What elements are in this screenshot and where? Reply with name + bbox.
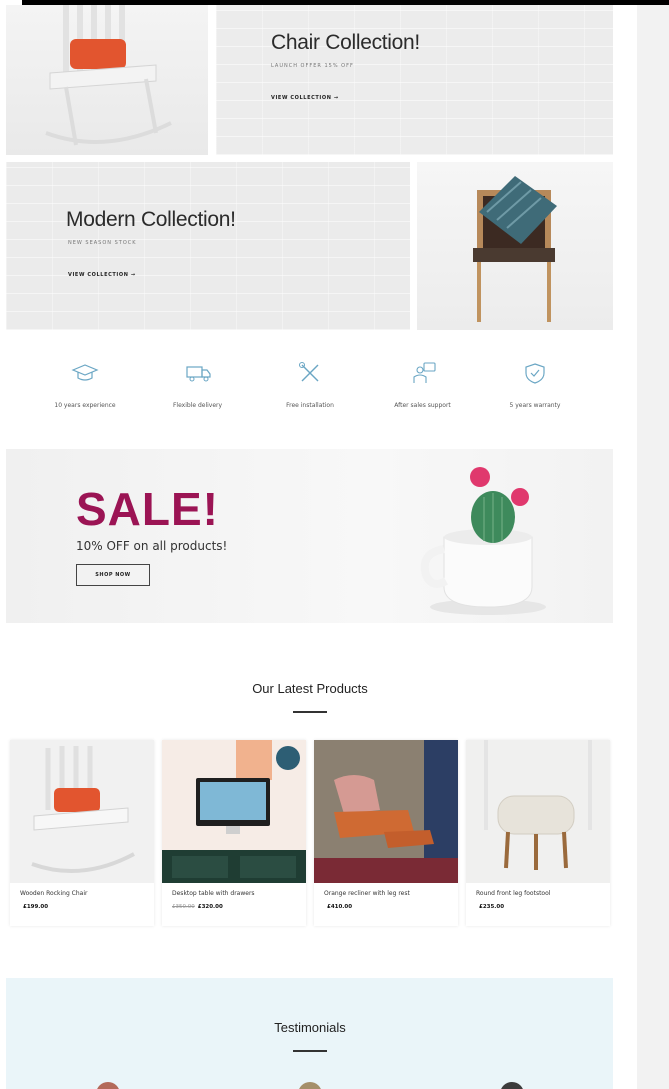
- graduation-cap-icon: [71, 364, 99, 381]
- sale-title: SALE!: [76, 483, 219, 535]
- product-current-price: £199.00: [23, 904, 49, 910]
- feature-label: 5 years warranty: [509, 402, 561, 409]
- product-name[interactable]: Desktop table with drawers: [172, 890, 255, 897]
- product-card[interactable]: Orange recliner with leg rest £410.00: [314, 740, 458, 926]
- product-current-price: £320.00: [197, 904, 223, 910]
- product-card[interactable]: Wooden Rocking Chair £199.00: [10, 740, 154, 926]
- product-current-price: £235.00: [479, 904, 505, 910]
- support-icon: [412, 362, 436, 383]
- title-divider: [293, 1050, 327, 1052]
- modern-collection-subtitle: NEW SEASON STOCK: [68, 240, 137, 246]
- feature-delivery: Flexible delivery: [143, 362, 253, 422]
- product-image[interactable]: [314, 740, 458, 883]
- latest-products-grid: Wooden Rocking Chair £199.00 Desktop tab…: [10, 740, 610, 926]
- title-divider: [293, 711, 327, 713]
- product-image[interactable]: [466, 740, 610, 883]
- sale-badge: [276, 746, 300, 770]
- product-name[interactable]: Wooden Rocking Chair: [20, 890, 87, 897]
- sale-subtitle: 10% OFF on all products!: [76, 539, 228, 553]
- product-price: £410.00: [324, 904, 352, 910]
- modern-banner-image[interactable]: [417, 162, 613, 330]
- feature-label: 10 years experience: [54, 402, 116, 409]
- sale-banner: SALE! 10% OFF on all products! SHOP NOW: [6, 449, 613, 623]
- features-row: 10 years experience Flexible delivery Fr…: [30, 362, 590, 422]
- shop-now-button[interactable]: SHOP NOW: [76, 564, 150, 586]
- modern-collection-title: Modern Collection!: [66, 208, 236, 231]
- feature-support: After sales support: [368, 362, 478, 422]
- feature-label: Free installation: [286, 402, 334, 409]
- chair-collection-link[interactable]: VIEW COLLECTION →: [271, 95, 339, 101]
- chair-collection-banner[interactable]: Chair Collection! LAUNCH OFFER 15% OFF V…: [216, 5, 613, 155]
- rocking-chair-illustration: [45, 5, 172, 146]
- avatar: [500, 1082, 524, 1089]
- armchair-illustration: [473, 176, 557, 322]
- product-current-price: £410.00: [327, 904, 353, 910]
- modern-collection-link-label: VIEW COLLECTION: [68, 272, 129, 278]
- chair-collection-subtitle: LAUNCH OFFER 15% OFF: [271, 63, 354, 69]
- feature-experience: 10 years experience: [30, 362, 140, 422]
- chair-banner-image[interactable]: [6, 5, 208, 155]
- product-image[interactable]: [10, 740, 154, 883]
- latest-products-title: Our Latest Products: [252, 681, 368, 696]
- product-card[interactable]: Desktop table with drawers £350.00 £320.0…: [162, 740, 306, 926]
- product-name[interactable]: Orange recliner with leg rest: [324, 890, 410, 897]
- product-card[interactable]: Round front leg footstool £235.00: [466, 740, 610, 926]
- chair-collection-link-label: VIEW COLLECTION: [271, 95, 332, 101]
- rocking-chair-illustration: [31, 746, 135, 874]
- side-panel: [637, 5, 669, 1089]
- product-price: £235.00: [476, 904, 504, 910]
- arrow-right-icon: →: [333, 95, 339, 101]
- feature-warranty: 5 years warranty: [480, 362, 590, 422]
- feature-installation: Free installation: [255, 362, 365, 422]
- product-name[interactable]: Round front leg footstool: [476, 890, 550, 897]
- avatar: [96, 1082, 120, 1089]
- shield-check-icon: [525, 363, 545, 384]
- product-image[interactable]: [162, 740, 306, 883]
- feature-label: Flexible delivery: [172, 402, 223, 409]
- feature-label: After sales support: [394, 402, 451, 409]
- product-old-price: £350.00: [172, 904, 195, 910]
- product-price: £199.00: [20, 904, 48, 910]
- arrow-right-icon: →: [130, 272, 136, 278]
- recliner-illustration: [314, 740, 458, 883]
- tools-icon: [299, 362, 319, 382]
- cactus-mug-illustration: [420, 467, 546, 615]
- footstool-illustration: [484, 740, 592, 870]
- testimonials-section: Testimonials: [6, 978, 613, 1089]
- truck-icon: [185, 366, 211, 382]
- product-price: £350.00 £320.00: [172, 904, 223, 910]
- avatar: [298, 1082, 322, 1089]
- chair-collection-title: Chair Collection!: [271, 31, 420, 54]
- modern-collection-link[interactable]: VIEW COLLECTION →: [68, 272, 136, 278]
- testimonials-title: Testimonials: [274, 1020, 346, 1035]
- modern-collection-banner[interactable]: Modern Collection! NEW SEASON STOCK VIEW…: [6, 162, 410, 330]
